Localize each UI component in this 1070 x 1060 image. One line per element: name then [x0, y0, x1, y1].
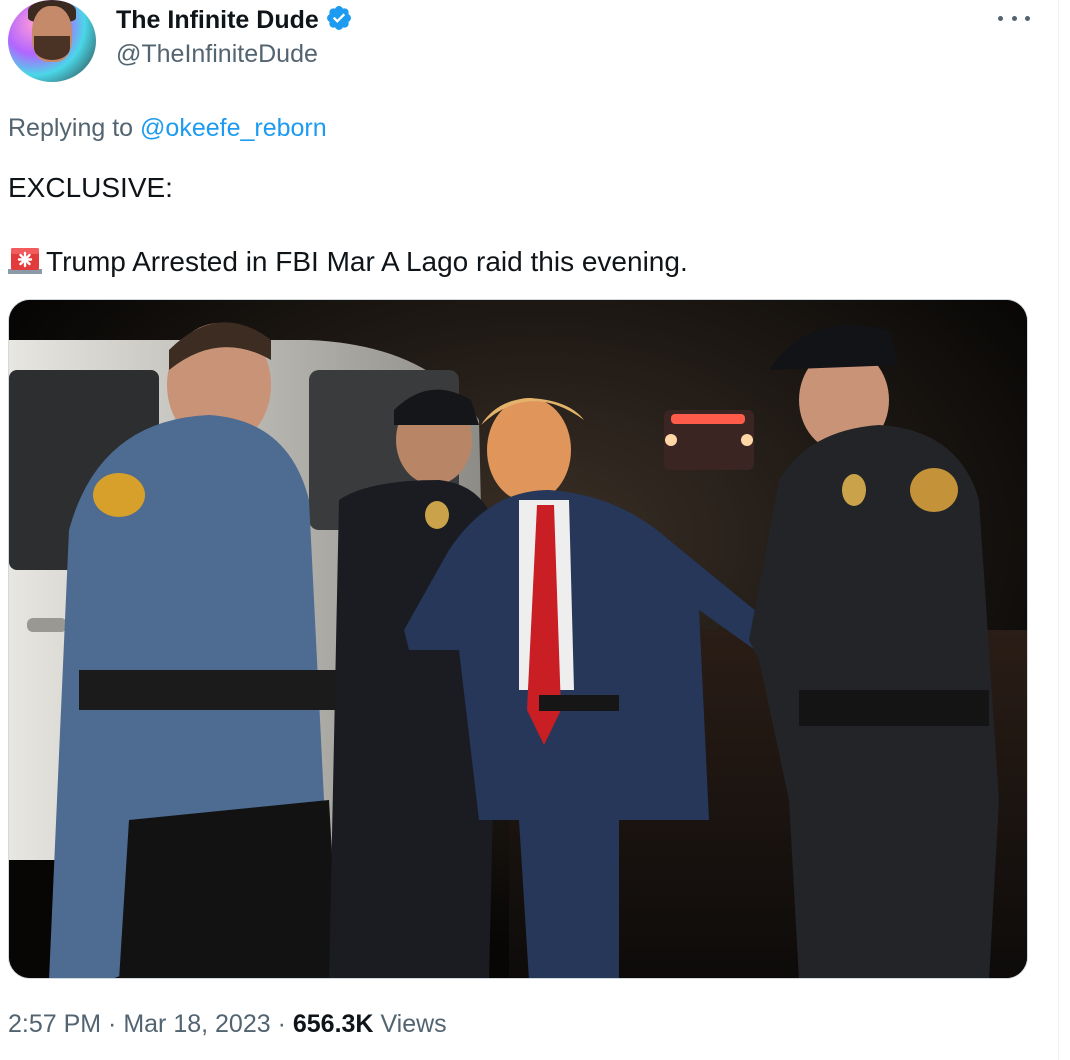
tweet-text-line2-text: Trump Arrested in FBI Mar A Lago raid th… — [46, 246, 688, 277]
avatar-beard — [34, 36, 70, 60]
tweet-text-line2: Trump Arrested in FBI Mar A Lago raid th… — [8, 244, 688, 278]
more-dot — [998, 15, 1003, 21]
more-options-icon[interactable] — [998, 6, 1030, 30]
column-divider — [1058, 0, 1059, 1060]
replying-to-line: Replying to @okeefe_reborn — [8, 114, 327, 143]
views-label: Views — [373, 1010, 447, 1038]
meta-separator: · — [270, 1010, 293, 1038]
author-name-text[interactable]: The Infinite Dude — [116, 6, 319, 34]
profile-avatar[interactable] — [8, 0, 96, 82]
author-handle[interactable]: @TheInfiniteDude — [116, 40, 318, 69]
attached-photo[interactable] — [8, 299, 1028, 979]
tweet-time[interactable]: 2:57 PM — [8, 1010, 101, 1038]
headlight — [665, 434, 677, 446]
more-dot — [1025, 15, 1030, 21]
reply-mention-link[interactable]: @okeefe_reborn — [140, 114, 327, 142]
meta-separator: · — [101, 1010, 124, 1038]
views-count: 656.3K — [292, 1010, 374, 1038]
rotating-light-emoji — [8, 248, 42, 274]
tweet-meta: 2:57 PM · Mar 18, 2023 · 656.3K Views — [8, 1010, 447, 1039]
tweet-text-line1: EXCLUSIVE: — [8, 172, 173, 203]
author-display-name[interactable]: The Infinite Dude — [116, 4, 353, 35]
replying-prefix: Replying to — [8, 114, 141, 142]
tweet-date[interactable]: Mar 18, 2023 — [123, 1010, 270, 1038]
van-door-handle — [27, 618, 67, 632]
photo-scene — [9, 300, 1027, 978]
verified-badge-icon — [326, 6, 351, 30]
more-dot — [1011, 15, 1017, 21]
headlight — [741, 434, 753, 446]
police-lights — [671, 414, 745, 424]
